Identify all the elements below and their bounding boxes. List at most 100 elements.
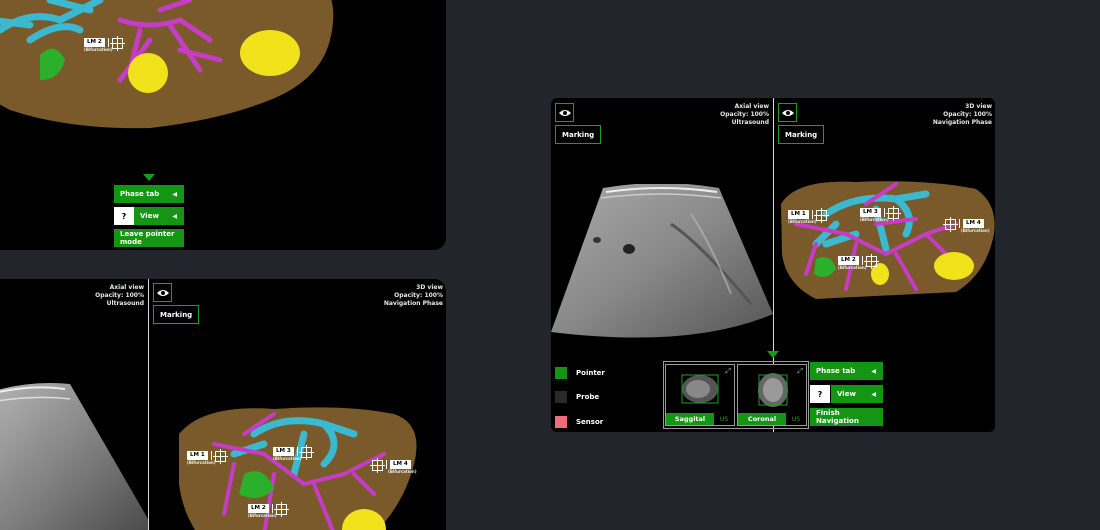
landmark-marker[interactable]: LM 2 (Bifurcation) [84, 36, 125, 52]
caret-left-icon: ◀ [172, 190, 177, 198]
landmark-label: LM 1 [187, 451, 208, 460]
crosshair-icon [273, 502, 289, 517]
crosshair-icon [109, 36, 125, 51]
crosshair-icon [370, 458, 385, 473]
landmark-marker-lm4[interactable]: LM 4 (Bifurcation) [943, 217, 990, 233]
eye-icon [781, 109, 794, 116]
axial-mode: Ultrasound [731, 119, 769, 126]
leave-pointer-mode-button[interactable]: Leave pointer mode [114, 229, 184, 247]
landmark-sublabel: (Bifurcation) [838, 265, 867, 270]
landmark-sublabel: (Bifurcation) [788, 219, 817, 224]
legend-label: Sensor [576, 418, 604, 426]
view-label: View [837, 390, 856, 398]
eye-icon [558, 109, 571, 116]
landmark-marker-lm3[interactable]: LM 3 (Bifurcation) [860, 206, 901, 222]
crosshair-icon [943, 217, 958, 232]
expand-icon[interactable]: ⤢ [797, 367, 803, 376]
expand-icon[interactable]: ⤢ [725, 367, 731, 376]
landmark-marker-lm3[interactable]: LM 3 (Bifurcation) [273, 445, 314, 461]
landmark-marker-lm2[interactable]: LM 2 (Bifurcation) [838, 254, 879, 270]
axial-view-info: Axial view Opacity: 100% Ultrasound [95, 284, 144, 308]
landmark-label: LM 2 [248, 504, 269, 513]
landmark-label: LM 2 [838, 256, 859, 265]
landmark-marker-lm1[interactable]: LM 1 (Bifurcation) [187, 449, 228, 465]
landmark-separator [861, 256, 863, 265]
help-button[interactable]: ? [114, 207, 134, 225]
landmark-sublabel: (Bifurcation) [84, 47, 113, 52]
legend-label: Pointer [576, 369, 605, 377]
axial-mode: Ultrasound [106, 300, 144, 307]
menu-pointer-icon [767, 351, 779, 358]
3d-title: 3D view [965, 103, 992, 110]
axial-opacity: Opacity: 100% [95, 292, 144, 299]
legend-label: Probe [576, 393, 600, 401]
view-button[interactable]: View ◀ [134, 207, 184, 225]
axial-opacity: Opacity: 100% [720, 111, 769, 118]
axial-title: Axial view [734, 103, 769, 110]
ultrasound-image[interactable] [0, 369, 148, 530]
liver-3d-model[interactable] [0, 0, 446, 140]
sensor-swatch [555, 416, 567, 428]
leave-pointer-label: Leave pointer mode [120, 230, 175, 246]
landmark-sublabel: (Bifurcation) [273, 456, 302, 461]
caret-left-icon: ◀ [871, 390, 876, 398]
ct-scan-image [758, 373, 788, 407]
crosshair-icon [212, 449, 228, 464]
legend-sensor: Sensor [555, 416, 603, 428]
eye-icon [156, 289, 169, 296]
legend-pointer: Pointer [555, 367, 605, 379]
caret-left-icon: ◀ [172, 212, 177, 220]
bottom-left-view-panel: Axial view Opacity: 100% Ultrasound Mark… [0, 279, 446, 530]
phase-tab-label: Phase tab [120, 190, 160, 198]
view-button[interactable]: View ◀ [831, 385, 883, 403]
landmark-label: LM 3 [860, 208, 881, 217]
ultrasound-image[interactable] [551, 184, 773, 344]
crosshair-icon [863, 254, 879, 269]
landmark-separator [210, 451, 212, 460]
landmark-label: LM 4 [963, 219, 984, 228]
landmark-label: LM 4 [390, 460, 411, 469]
landmark-separator [296, 447, 298, 456]
landmark-label: LM 1 [788, 210, 809, 219]
3d-opacity: Opacity: 100% [943, 111, 992, 118]
landmark-sublabel: (Bifurcation) [248, 513, 277, 518]
marking-button[interactable]: Marking [153, 305, 200, 324]
thumbnail-name: Coronal [738, 413, 786, 425]
3d-view-info: 3D view Opacity: 100% Navigation Phase [933, 103, 992, 127]
eye-toggle-button[interactable] [153, 283, 172, 302]
navigation-view-panel: Marking Axial view Opacity: 100% Ultraso… [551, 98, 995, 432]
3d-view-info: 3D view Opacity: 100% Navigation Phase [384, 284, 443, 308]
eye-toggle-button-3d[interactable] [778, 103, 797, 122]
crosshair-icon [298, 445, 314, 460]
top-left-view-panel: LM 2 (Bifurcation) Phase tab ◀ ? View ◀ … [0, 0, 446, 250]
landmark-marker-lm1[interactable]: LM 1 (Bifurcation) [788, 208, 829, 224]
view-divider [148, 279, 149, 530]
3d-title: 3D view [416, 284, 443, 291]
landmark-marker-lm4[interactable]: LM 4 (Bifurcation) [370, 458, 417, 474]
finish-navigation-button[interactable]: Finish Navigation [810, 408, 883, 426]
thumbnail-name: Saggital [666, 413, 714, 425]
crosshair-icon [885, 206, 901, 221]
crosshair-icon [813, 208, 829, 223]
phase-tab-label: Phase tab [816, 367, 856, 375]
thumbnail-footer: Saggital US [666, 413, 734, 425]
landmark-separator [386, 460, 387, 469]
marking-button-3d[interactable]: Marking [778, 125, 825, 144]
marking-button-axial[interactable]: Marking [555, 125, 602, 144]
axial-title: Axial view [109, 284, 144, 291]
eye-toggle-button-axial[interactable] [555, 103, 574, 122]
help-button[interactable]: ? [810, 385, 830, 403]
view-label: View [140, 212, 159, 220]
ct-scan-image [681, 374, 719, 404]
landmark-label: LM 2 [84, 38, 105, 47]
landmark-sublabel: (Bifurcation) [187, 460, 216, 465]
landmark-marker-lm2[interactable]: LM 2 (Bifurcation) [248, 502, 289, 518]
landmark-sublabel: (Bifurcation) [388, 469, 417, 474]
thumbnail-saggital[interactable]: ⤢ Saggital US [665, 364, 735, 426]
axial-view-info: Axial view Opacity: 100% Ultrasound [720, 103, 769, 127]
phase-tab-button[interactable]: Phase tab ◀ [810, 362, 883, 380]
phase-tab-button[interactable]: Phase tab ◀ [114, 185, 184, 203]
thumbnail-coronal[interactable]: ⤢ Coronal US [737, 364, 807, 426]
3d-mode: Navigation Phase [932, 119, 992, 126]
liver-3d-model[interactable] [776, 174, 995, 314]
